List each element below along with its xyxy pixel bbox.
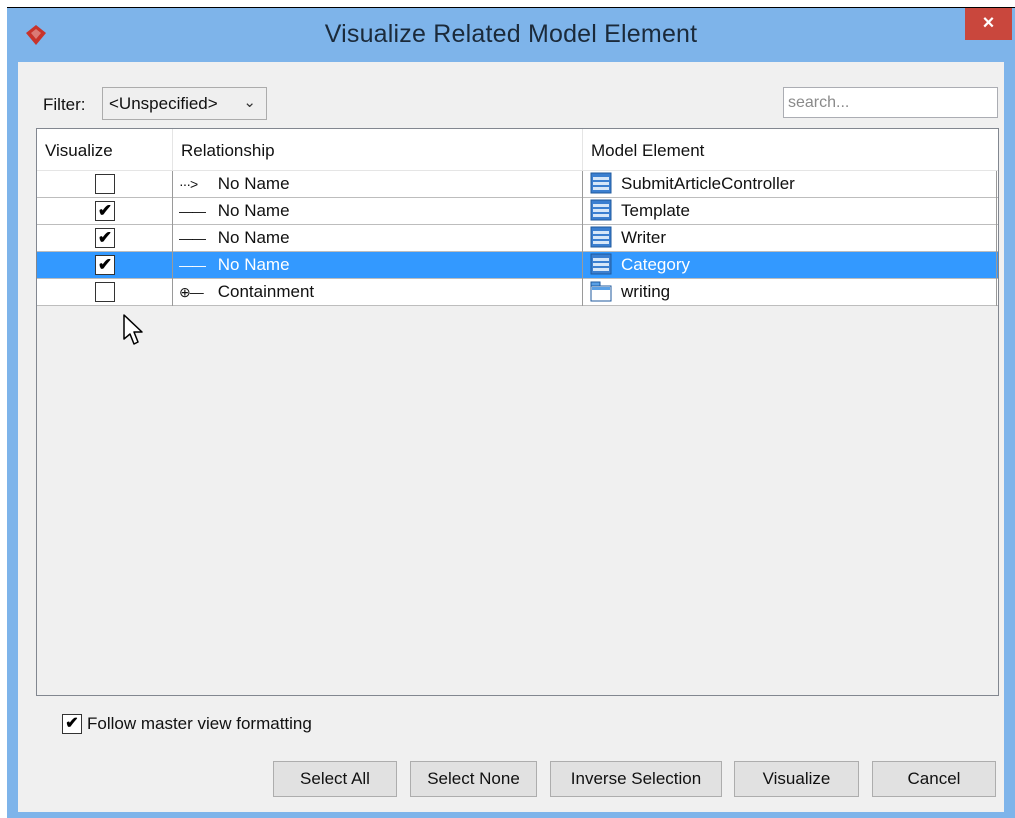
visualize-checkbox[interactable]: ✔ (95, 255, 115, 275)
dialog-title: Visualize Related Model Element (324, 20, 698, 48)
filter-dropdown[interactable]: <Unspecified> ⌄ (102, 87, 267, 120)
visualize-checkbox[interactable] (95, 174, 115, 194)
table-row[interactable]: ···> No Name SubmitArticleController (37, 171, 998, 198)
visualize-cell: ✔ (37, 198, 173, 225)
filter-selected-value: <Unspecified> (109, 94, 218, 113)
follow-master-label[interactable]: Follow master view formatting (87, 714, 312, 734)
table-row[interactable]: ✔ —— No Name Template (37, 198, 998, 225)
inverse-selection-button[interactable]: Inverse Selection (550, 761, 722, 797)
relationship-name: No Name (217, 228, 290, 247)
association-icon: —— (179, 230, 206, 246)
relationship-name: No Name (217, 174, 290, 193)
association-icon: —— (179, 203, 206, 219)
model-element-cell: Template (583, 198, 997, 225)
dialog-body: Filter: <Unspecified> ⌄ Visualize Relati… (18, 62, 1004, 812)
relationship-cell: —— No Name (173, 252, 583, 279)
relationship-cell: ⊕— Containment (173, 279, 583, 306)
column-header-model-element[interactable]: Model Element (583, 129, 998, 171)
model-element-cell: Writer (583, 225, 997, 252)
model-element-cell: Category (583, 252, 997, 279)
model-element-name: SubmitArticleController (621, 174, 795, 193)
visualize-checkbox[interactable]: ✔ (95, 228, 115, 248)
select-all-button[interactable]: Select All (273, 761, 397, 797)
table-row[interactable]: ✔ —— No Name Writer (37, 225, 998, 252)
class-icon (590, 253, 612, 275)
column-header-relationship[interactable]: Relationship (173, 129, 583, 171)
relationship-name: Containment (217, 282, 315, 301)
containment-icon: ⊕— (179, 284, 204, 300)
model-element-name: writing (621, 282, 671, 301)
model-element-name: Template (621, 201, 690, 220)
table-row[interactable]: ⊕— Containment writing (37, 279, 998, 306)
filter-label: Filter: (43, 95, 86, 114)
visualize-cell (37, 279, 173, 306)
visualize-button[interactable]: Visualize (734, 761, 859, 797)
relationship-cell: ···> No Name (173, 171, 583, 198)
visualize-checkbox[interactable] (95, 282, 115, 302)
column-header-visualize[interactable]: Visualize (37, 129, 173, 171)
cancel-button[interactable]: Cancel (872, 761, 996, 797)
relationship-name: No Name (217, 201, 290, 220)
follow-master-checkbox[interactable]: ✔ (62, 714, 82, 734)
search-input[interactable] (783, 87, 998, 118)
model-element-cell: SubmitArticleController (583, 171, 997, 198)
relationship-cell: —— No Name (173, 225, 583, 252)
visualize-cell (37, 171, 173, 198)
class-icon (590, 199, 612, 221)
table-row-selected[interactable]: ✔ —— No Name Category (37, 252, 998, 279)
visualize-cell: ✔ (37, 225, 173, 252)
relationship-name: No Name (217, 255, 290, 274)
model-element-cell: writing (583, 279, 997, 306)
dependency-icon: ···> (179, 176, 198, 192)
association-icon: —— (179, 257, 206, 273)
class-icon (590, 226, 612, 248)
chevron-down-icon: ⌄ (243, 94, 256, 111)
model-element-name: Category (621, 255, 690, 274)
close-button[interactable]: × (965, 8, 1012, 40)
package-icon (590, 281, 612, 302)
model-element-name: Writer (621, 228, 667, 247)
visualize-cell: ✔ (37, 252, 173, 279)
visualize-checkbox[interactable]: ✔ (95, 201, 115, 221)
class-icon (590, 172, 612, 194)
title-bar[interactable]: Visualize Related Model Element × (7, 8, 1015, 62)
relations-table: Visualize Relationship Model Element ···… (36, 128, 999, 696)
relationship-cell: —— No Name (173, 198, 583, 225)
select-none-button[interactable]: Select None (410, 761, 537, 797)
table-header: Visualize Relationship Model Element (37, 129, 998, 171)
dialog-window: Visualize Related Model Element × Filter… (7, 7, 1015, 818)
